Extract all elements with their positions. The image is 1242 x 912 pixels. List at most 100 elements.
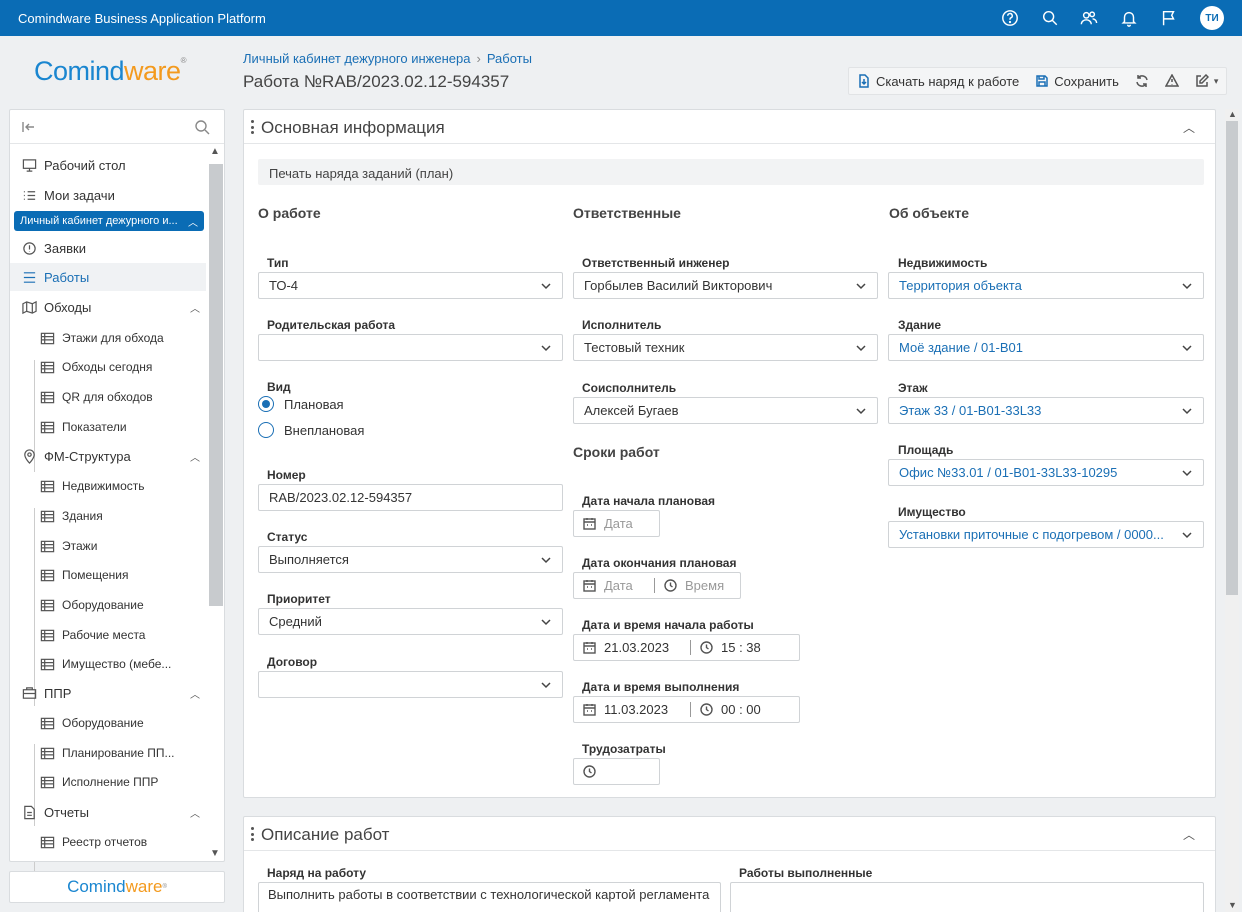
sidebar-item-floors-rounds[interactable]: Этажи для обхода xyxy=(10,324,206,352)
kind-radio-unplanned[interactable]: Внеплановая xyxy=(258,422,364,438)
search-icon[interactable] xyxy=(1040,8,1060,28)
sidebar-item-floors[interactable]: Этажи xyxy=(10,532,206,560)
executor-select[interactable]: Тестовый техник xyxy=(573,334,878,361)
property-value[interactable]: Территория объекта xyxy=(899,278,1175,293)
time-value: 00 : 00 xyxy=(721,702,761,717)
page-scrollbar[interactable]: ▲ ▼ xyxy=(1225,109,1239,912)
area-value[interactable]: Офис №33.01 / 01-В01-33L33-10295 xyxy=(899,465,1175,480)
sidebar-item-ppr-planning[interactable]: Планирование ПП... xyxy=(10,739,206,767)
done-works-textarea[interactable] xyxy=(730,882,1204,912)
sidebar-item-desktop[interactable]: Рабочий стол xyxy=(10,151,206,179)
sidebar-item-rounds[interactable]: Обходы ︿ xyxy=(10,293,206,321)
flag-icon[interactable] xyxy=(1159,8,1179,28)
type-select[interactable]: ТО-4 xyxy=(258,272,563,299)
floor-value[interactable]: Этаж 33 / 01-В01-33L33 xyxy=(899,403,1175,418)
asset-select[interactable]: Установки приточные с подогревом / 0000.… xyxy=(888,521,1204,548)
calendar-icon xyxy=(583,642,596,654)
scroll-up-icon[interactable]: ▲ xyxy=(210,146,220,157)
table-icon xyxy=(40,421,54,433)
scroll-down-icon[interactable]: ▼ xyxy=(210,848,220,859)
scroll-down-icon[interactable]: ▼ xyxy=(1228,900,1237,910)
chevron-down-icon xyxy=(1181,467,1193,479)
sidebar-item-ppr-execution[interactable]: Исполнение ППР xyxy=(10,768,206,796)
sidebar-item-label: Здания xyxy=(62,509,103,523)
main-info-header[interactable]: Основная информация ︿ xyxy=(244,110,1215,144)
breadcrumb: Личный кабинет дежурного инженера › Рабо… xyxy=(243,51,532,66)
sidebar-item-qr-rounds[interactable]: QR для обходов xyxy=(10,383,206,411)
sidebar-item-my-tasks[interactable]: Мои задачи xyxy=(10,181,206,209)
labor-input[interactable] xyxy=(573,758,660,785)
list-icon xyxy=(23,271,35,283)
collapse-sidebar-icon[interactable] xyxy=(20,119,36,135)
start-plan-date-input[interactable]: Дата xyxy=(573,510,660,537)
status-select[interactable]: Выполняется xyxy=(258,546,563,573)
building-value[interactable]: Моё здание / 01-В01 xyxy=(899,340,1175,355)
drag-handle-icon[interactable] xyxy=(251,827,255,841)
area-select[interactable]: Офис №33.01 / 01-В01-33L33-10295 xyxy=(888,459,1204,486)
chevron-down-icon xyxy=(540,616,552,628)
sidebar-item-equipment[interactable]: Оборудование xyxy=(10,591,206,619)
sidebar-item-indicators[interactable]: Показатели xyxy=(10,413,206,441)
sidebar-item-assets[interactable]: Имущество (мебе... xyxy=(10,650,206,678)
radio-checked[interactable] xyxy=(258,396,274,412)
download-button[interactable]: Скачать наряд к работе xyxy=(849,68,1027,94)
drag-handle-icon[interactable] xyxy=(251,120,255,134)
kind-radio-planned[interactable]: Плановая xyxy=(258,396,344,412)
sidebar-scrollbar[interactable]: ▲ ▼ xyxy=(208,146,223,861)
sidebar-item-rooms[interactable]: Помещения xyxy=(10,561,206,589)
people-icon[interactable] xyxy=(1079,8,1099,28)
help-icon[interactable] xyxy=(1000,8,1020,28)
parent-select[interactable] xyxy=(258,334,563,361)
scroll-up-icon[interactable]: ▲ xyxy=(1228,109,1237,119)
sidebar-footer-logo: Comind ware ® xyxy=(9,871,225,903)
floor-select[interactable]: Этаж 33 / 01-В01-33L33 xyxy=(888,397,1204,424)
sidebar-scroll-thumb[interactable] xyxy=(209,164,223,606)
breadcrumb-item-cabinet[interactable]: Личный кабинет дежурного инженера xyxy=(243,51,470,66)
sidebar-item-reports[interactable]: Отчеты ︿ xyxy=(10,798,206,826)
save-label: Сохранить xyxy=(1054,73,1119,89)
property-select[interactable]: Территория объекта xyxy=(888,272,1204,299)
save-button[interactable]: Сохранить xyxy=(1027,68,1127,94)
edit-menu-button[interactable]: ▾ xyxy=(1187,68,1227,94)
sidebar-item-ppr-equipment[interactable]: Оборудование xyxy=(10,709,206,737)
sidebar-item-report-registry[interactable]: Реестр отчетов xyxy=(10,828,206,856)
logo-main: Comind xyxy=(67,877,126,896)
number-input[interactable]: RAB/2023.02.12-594357 xyxy=(258,484,563,511)
sidebar-item-works[interactable]: Работы xyxy=(10,263,206,291)
sidebar-item-ppr[interactable]: ППР ︿ xyxy=(10,679,206,707)
sidebar-search-icon[interactable] xyxy=(194,119,210,135)
table-icon xyxy=(40,717,54,729)
sidebar-item-buildings[interactable]: Здания xyxy=(10,502,206,530)
bell-icon[interactable] xyxy=(1119,8,1139,28)
engineer-select[interactable]: Горбылев Василий Викторович xyxy=(573,272,878,299)
done-datetime-input[interactable]: 11.03.2023 00 : 00 xyxy=(573,696,800,723)
sidebar-item-requests[interactable]: Заявки xyxy=(10,234,206,262)
work-description-header[interactable]: Описание работ ︿ xyxy=(244,817,1215,851)
chevron-up-icon[interactable]: ︿ xyxy=(1183,826,1195,843)
sidebar-item-workplaces[interactable]: Рабочие места xyxy=(10,621,206,649)
contract-select[interactable] xyxy=(258,671,563,698)
breadcrumb-item-works[interactable]: Работы xyxy=(487,51,532,66)
chevron-down-icon xyxy=(855,342,867,354)
desktop-icon xyxy=(22,158,36,172)
page-scroll-thumb[interactable] xyxy=(1226,121,1238,595)
start-work-datetime-input[interactable]: 21.03.2023 15 : 38 xyxy=(573,634,800,661)
sidebar-item-real-estate[interactable]: Недвижимость xyxy=(10,472,206,500)
sidebar-item-fm-structure[interactable]: ФМ-Структура ︿ xyxy=(10,442,206,470)
chevron-down-icon xyxy=(1181,405,1193,417)
radio-unchecked[interactable] xyxy=(258,422,274,438)
chevron-up-icon[interactable]: ︿ xyxy=(1183,119,1195,136)
building-select[interactable]: Моё здание / 01-В01 xyxy=(888,334,1204,361)
coexecutor-select[interactable]: Алексей Бугаев xyxy=(573,397,878,424)
warning-button[interactable] xyxy=(1157,68,1187,94)
print-plan-button[interactable]: Печать наряда заданий (план) xyxy=(258,159,1204,185)
priority-select[interactable]: Средний xyxy=(258,608,563,635)
asset-value[interactable]: Установки приточные с подогревом / 0000.… xyxy=(899,527,1175,542)
sidebar-item-rounds-today[interactable]: Обходы сегодня xyxy=(10,353,206,381)
chevron-down-icon xyxy=(1181,342,1193,354)
order-textarea[interactable]: Выполнить работы в соответствии с технол… xyxy=(258,882,721,912)
end-plan-datetime-input[interactable]: Дата Время xyxy=(573,572,741,599)
sidebar-group-engineer-cabinet[interactable]: Личный кабинет дежурного и... ︿ xyxy=(14,211,204,231)
avatar[interactable]: ТИ xyxy=(1200,6,1224,30)
refresh-button[interactable] xyxy=(1127,68,1157,94)
